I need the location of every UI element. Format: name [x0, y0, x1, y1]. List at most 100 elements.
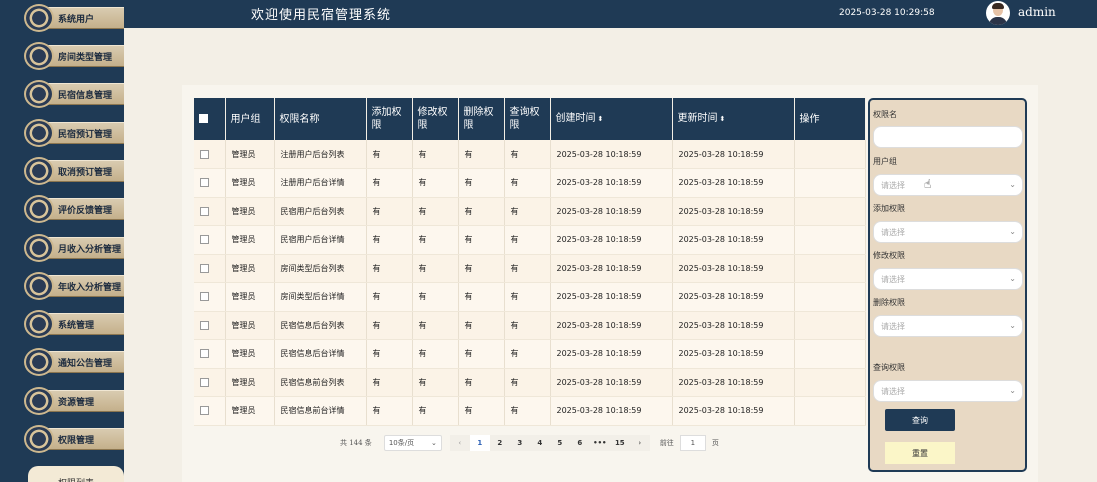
username[interactable]: admin	[1018, 5, 1056, 19]
row-select-cell[interactable]	[194, 140, 226, 169]
cell-edit: 有	[412, 254, 459, 283]
cell-del: 有	[458, 197, 505, 226]
cell-group: 管理员	[225, 339, 275, 369]
page-title: 欢迎使用民宿管理系统	[251, 8, 392, 23]
row-select-cell[interactable]	[194, 168, 226, 198]
sidebar-item-label: 资源管理	[58, 397, 95, 408]
row-select-cell[interactable]	[194, 225, 226, 255]
row-select-cell[interactable]	[194, 197, 226, 226]
name-input[interactable]	[873, 126, 1023, 148]
sort-icon[interactable]: ⬍	[720, 115, 726, 123]
sidebar-item-room-types[interactable]: 房间类型管理	[24, 42, 124, 70]
row-select-cell[interactable]	[194, 339, 226, 369]
sidebar-item-permissions[interactable]: 权限管理	[24, 425, 124, 453]
sidebar-item-bookings[interactable]: 民宿预订管理	[24, 119, 124, 147]
sidebar-item-users[interactable]: 系统用户	[24, 4, 124, 32]
checkbox[interactable]	[200, 320, 209, 330]
checkbox[interactable]	[200, 263, 209, 273]
page-3[interactable]: 3	[509, 435, 530, 451]
ornament-icon	[24, 387, 54, 415]
row-select-cell[interactable]	[194, 311, 226, 340]
sidebar-item-resources[interactable]: 资源管理	[24, 387, 124, 415]
avatar[interactable]	[986, 1, 1010, 25]
page-6[interactable]: 6	[569, 435, 590, 451]
add-select[interactable]: 请选择 ⌄	[873, 221, 1023, 243]
header-created[interactable]: 创建时间 ⬍	[550, 98, 673, 140]
header-add: 添加权限	[366, 98, 413, 140]
row-select-cell[interactable]	[194, 396, 226, 426]
ornament-icon	[24, 272, 54, 300]
page-1[interactable]: 1	[469, 435, 490, 451]
table-row: 管理员 民宿信息前台详情有有有有 2025-03-28 10:18:59 2025-0…	[194, 396, 866, 426]
cell-group: 管理员	[225, 197, 275, 226]
query-button[interactable]: 查询	[885, 409, 955, 431]
sidebar-item-label: 年收入分析管理	[58, 282, 122, 293]
page-2[interactable]: 2	[489, 435, 510, 451]
ornament-icon	[24, 4, 54, 32]
row-select-cell[interactable]	[194, 254, 226, 283]
group-select-placeholder: 请选择	[881, 180, 905, 190]
header-select-all[interactable]	[194, 98, 226, 140]
cell-add: 有	[366, 197, 413, 226]
sidebar-subitem-permission-list[interactable]: 权限列表	[28, 466, 124, 482]
ornament-icon	[24, 234, 54, 262]
cell-add: 有	[366, 339, 413, 369]
sidebar-item-homestay-info[interactable]: 民宿信息管理	[24, 80, 124, 108]
checkbox[interactable]	[200, 406, 209, 416]
cell-edit: 有	[412, 339, 459, 369]
sidebar-item-label: 通知公告管理	[58, 358, 113, 369]
page-5[interactable]: 5	[549, 435, 570, 451]
edit-select[interactable]: 请选择 ⌄	[873, 268, 1023, 290]
delete-select[interactable]: 请选择 ⌄	[873, 315, 1023, 337]
cell-actions	[794, 197, 866, 226]
query-select-placeholder: 请选择	[881, 386, 905, 396]
checkbox[interactable]	[199, 114, 208, 123]
cell-created: 2025-03-28 10:18:59	[550, 368, 673, 397]
sidebar-subitem-label: 权限列表	[28, 466, 124, 482]
page-15[interactable]: 15	[609, 435, 630, 451]
row-select-cell[interactable]	[194, 368, 226, 397]
sidebar-item-system[interactable]: 系统管理	[24, 310, 124, 338]
sidebar-item-label: 取消预订管理	[58, 167, 113, 178]
cell-actions	[794, 282, 866, 312]
next-page-button[interactable]: ›	[629, 435, 650, 451]
add-select-placeholder: 请选择	[881, 227, 905, 237]
cell-edit: 有	[412, 368, 459, 397]
header-actions: 操作	[794, 98, 866, 140]
group-select[interactable]: 请选择 ⌄	[873, 174, 1023, 196]
prev-page-button[interactable]: ‹	[449, 435, 470, 451]
goto-page-input[interactable]: 1	[679, 435, 706, 451]
cell-actions	[794, 225, 866, 255]
query-select[interactable]: 请选择 ⌄	[873, 380, 1023, 402]
cell-actions	[794, 339, 866, 369]
header-updated[interactable]: 更新时间 ⬍	[672, 98, 795, 140]
cell-edit: 有	[412, 168, 459, 198]
cell-query: 有	[504, 282, 551, 312]
cell-updated: 2025-03-28 10:18:59	[672, 368, 795, 397]
page-4[interactable]: 4	[529, 435, 550, 451]
table-row: 管理员 民宿用户后台详情有有有有 2025-03-28 10:18:59 2025-0…	[194, 225, 866, 255]
cell-updated: 2025-03-28 10:18:59	[672, 168, 795, 198]
checkbox[interactable]	[200, 235, 209, 245]
sidebar-item-yearly-income[interactable]: 年收入分析管理	[24, 272, 124, 300]
sidebar-item-feedback[interactable]: 评价反馈管理	[24, 195, 124, 223]
page-size-select[interactable]: 10条/页 ⌄	[383, 435, 442, 451]
sort-icon[interactable]: ⬍	[598, 115, 604, 123]
row-select-cell[interactable]	[194, 282, 226, 312]
cell-actions	[794, 311, 866, 340]
more-pages[interactable]: •••	[589, 435, 610, 451]
checkbox[interactable]	[200, 206, 209, 216]
checkbox[interactable]	[200, 292, 209, 302]
cell-created: 2025-03-28 10:18:59	[550, 140, 673, 169]
cell-edit: 有	[412, 197, 459, 226]
cell-del: 有	[458, 225, 505, 255]
checkbox[interactable]	[200, 377, 209, 387]
reset-button[interactable]: 重置	[885, 442, 955, 464]
sidebar-item-monthly-income[interactable]: 月收入分析管理	[24, 234, 124, 262]
sidebar-item-notices[interactable]: 通知公告管理	[24, 348, 124, 376]
checkbox[interactable]	[200, 349, 209, 359]
checkbox[interactable]	[200, 149, 209, 159]
sidebar-item-cancellations[interactable]: 取消预订管理	[24, 157, 124, 185]
checkbox[interactable]	[200, 178, 209, 188]
cell-del: 有	[458, 282, 505, 312]
